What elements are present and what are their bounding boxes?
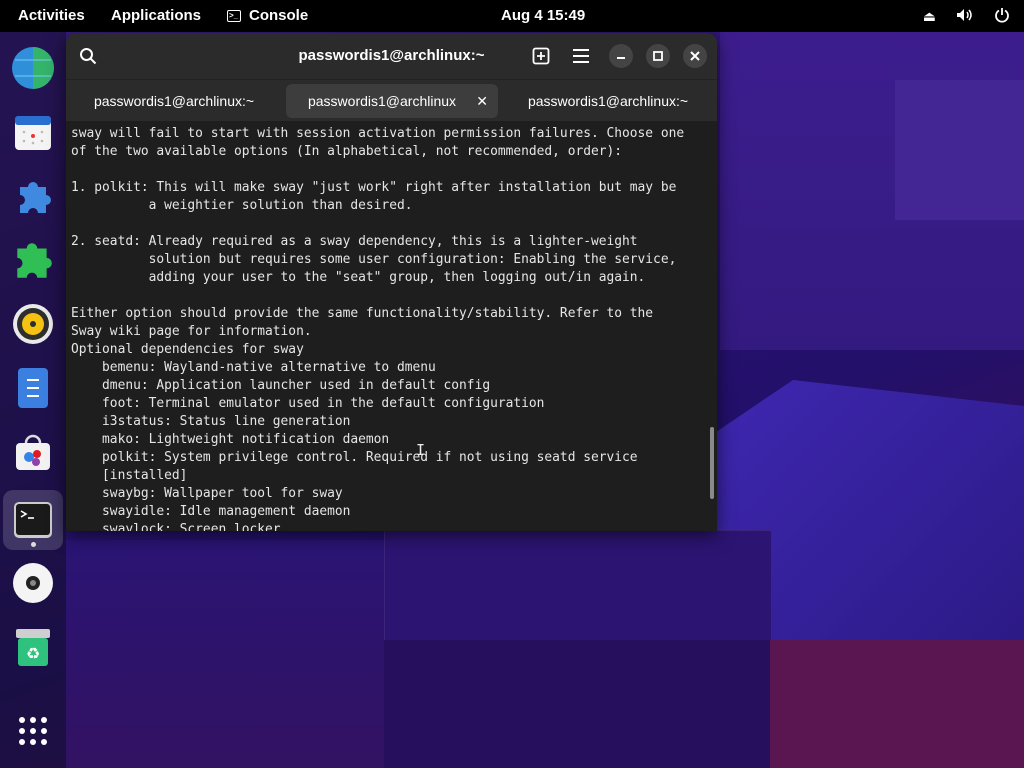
- web-browser-launcher[interactable]: [9, 44, 57, 92]
- system-status-area[interactable]: ⏏: [923, 7, 1010, 26]
- shopping-bag-icon: [16, 434, 50, 470]
- maximize-button[interactable]: [646, 44, 670, 68]
- hamburger-menu-icon: [573, 49, 589, 63]
- console-app-menu[interactable]: >_ Console: [227, 7, 308, 24]
- wallpaper-shape: [384, 640, 770, 768]
- terminal-output[interactable]: sway will fail to start with session act…: [71, 125, 684, 531]
- tab-bar: passwordis1@archlinux:~ passwordis1@arch…: [66, 79, 717, 122]
- activities-button[interactable]: Activities: [18, 7, 85, 24]
- console-icon: >_: [227, 9, 241, 22]
- svg-text:♻: ♻: [26, 644, 40, 663]
- tab-label: passwordis1@archlinux: [307, 93, 457, 109]
- text-editor-launcher[interactable]: [9, 364, 57, 412]
- calendar-icon: [15, 116, 51, 150]
- tab-2[interactable]: passwordis1@archlinux ✕: [286, 84, 498, 118]
- terminal-icon: [14, 502, 52, 538]
- wallpaper-shape: [384, 530, 772, 642]
- tab-3[interactable]: passwordis1@archlinux:~: [502, 84, 714, 118]
- wallpaper-shape: [66, 540, 386, 768]
- applications-menu[interactable]: Applications: [111, 7, 201, 24]
- console-app-label: Console: [249, 7, 309, 24]
- trash-icon: ♻: [16, 629, 50, 666]
- extension-manager-launcher[interactable]: [9, 236, 57, 284]
- show-apps-button[interactable]: [9, 707, 57, 755]
- document-icon: [18, 368, 48, 408]
- dock: ♻: [0, 32, 66, 768]
- terminal-view[interactable]: sway will fail to start with session act…: [66, 121, 717, 531]
- new-tab-button[interactable]: [529, 44, 553, 68]
- calendar-launcher[interactable]: [9, 108, 57, 156]
- terminal-scrollbar[interactable]: [710, 427, 714, 499]
- extensions-launcher[interactable]: [9, 172, 57, 220]
- top-bar: Activities Applications >_ Console Aug 4…: [0, 0, 1024, 32]
- clock[interactable]: Aug 4 15:49: [501, 7, 585, 24]
- software-store-launcher[interactable]: [9, 428, 57, 476]
- globe-icon: [12, 47, 54, 89]
- text-cursor-icon: I: [416, 441, 426, 459]
- power-icon: [994, 7, 1010, 26]
- window-headerbar[interactable]: passwordis1@archlinux:~: [66, 33, 717, 79]
- disks-launcher[interactable]: [9, 559, 57, 607]
- trash-launcher[interactable]: ♻: [9, 623, 57, 671]
- new-tab-icon: [532, 47, 550, 65]
- green-puzzle-icon: [17, 243, 52, 278]
- tab-close-icon[interactable]: ✕: [476, 93, 488, 110]
- volume-icon: [956, 8, 974, 25]
- minimize-button[interactable]: [609, 44, 633, 68]
- rhythmbox-launcher[interactable]: [9, 300, 57, 348]
- close-icon: [690, 51, 700, 61]
- console-launcher[interactable]: [3, 490, 63, 550]
- puzzle-icon: [20, 182, 51, 213]
- main-menu-button[interactable]: [569, 44, 593, 68]
- tab-1[interactable]: passwordis1@archlinux:~: [68, 84, 280, 118]
- wallpaper-shape: [895, 80, 1024, 220]
- console-window: passwordis1@archlinux:~ passwordis1@arch…: [66, 33, 717, 531]
- running-indicator: [31, 542, 36, 547]
- tab-label: passwordis1@archlinux:~: [93, 93, 255, 109]
- tab-label: passwordis1@archlinux:~: [527, 93, 689, 109]
- close-button[interactable]: [683, 44, 707, 68]
- disc-icon: [13, 563, 53, 603]
- app-grid-icon: [19, 717, 47, 745]
- minimize-icon: [617, 57, 625, 59]
- eject-icon[interactable]: ⏏: [923, 8, 936, 25]
- speaker-icon: [13, 304, 53, 344]
- wallpaper-shape: [770, 640, 1024, 768]
- maximize-icon: [653, 51, 663, 61]
